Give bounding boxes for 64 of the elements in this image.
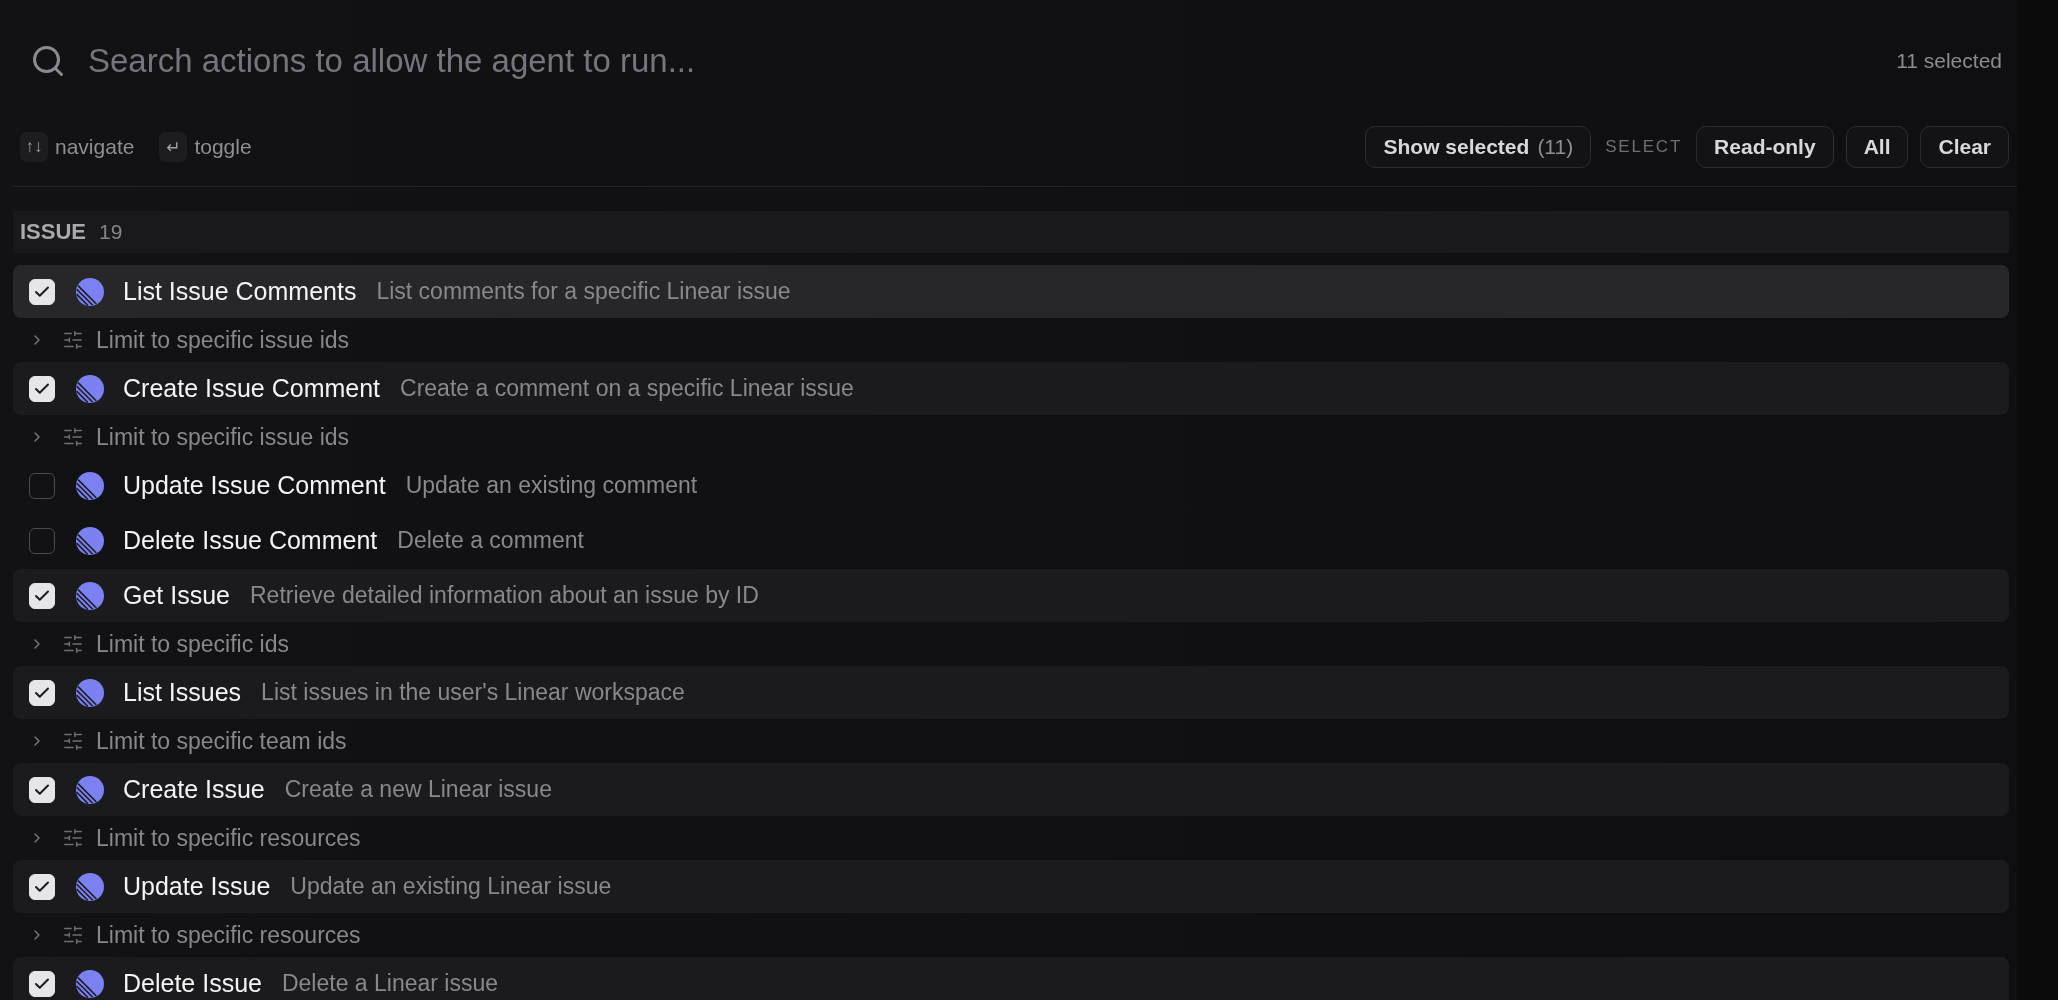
action-description: Create a comment on a specific Linear issue <box>400 375 854 402</box>
select-button[interactable]: Clear <box>1920 126 2009 168</box>
limit-toggle[interactable]: Limit to specific team ids <box>29 725 347 757</box>
action-row[interactable]: Delete Issue Delete a Linear issue <box>13 957 2009 1000</box>
hint-label: navigate <box>55 135 135 159</box>
action-description: List comments for a specific Linear issue <box>376 278 791 305</box>
show-selected-button[interactable]: Show selected (11) <box>1365 126 1592 168</box>
sliders-icon <box>62 633 84 655</box>
action-row[interactable]: Get Issue Retrieve detailed information about an issue by ID <box>13 569 2009 622</box>
action-name: List Issues <box>123 678 242 707</box>
action-name: Create Issue <box>123 775 265 804</box>
action-row[interactable]: Create Issue Comment Create a comment on a specific Linear issue <box>13 362 2009 415</box>
action-row[interactable]: List Issue Comments List comments for a specific Linear issue <box>13 265 2009 318</box>
striped-circle-icon <box>76 969 104 998</box>
action-name: Create Issue Comment <box>123 374 381 403</box>
action-description: Update an existing Linear issue <box>290 873 612 900</box>
striped-circle-icon <box>76 775 104 804</box>
action-name: Delete Issue Comment <box>123 526 378 555</box>
checkbox[interactable] <box>29 527 55 554</box>
action-description: Retrieve detailed information about an issue by ID <box>250 582 759 609</box>
striped-circle-icon <box>76 526 104 555</box>
limit-toggle[interactable]: Limit to specific resources <box>29 919 361 951</box>
action-row[interactable]: Delete Issue Comment Delete a comment <box>13 514 2009 567</box>
action-name: Delete Issue <box>123 969 262 998</box>
striped-circle-icon <box>76 277 104 306</box>
group-title: ISSUE <box>20 219 87 245</box>
action-description: Create a new Linear issue <box>284 776 552 803</box>
select-button[interactable]: All <box>1845 126 1909 168</box>
action-description: Update an existing comment <box>405 472 698 499</box>
keyboard-key: ↑↓ <box>20 132 48 162</box>
sliders-icon <box>62 329 84 351</box>
sliders-icon <box>62 426 84 448</box>
striped-circle-icon <box>76 581 104 610</box>
action-description: Delete a comment <box>397 527 584 554</box>
search-field[interactable]: Search actions to allow the agent to run... <box>88 37 1897 85</box>
limit-toggle[interactable]: Limit to specific issue ids <box>29 421 350 453</box>
action-row[interactable]: List Issues List issues in the user's Linear workspace <box>13 666 2009 719</box>
sliders-icon <box>62 827 84 849</box>
sliders-icon <box>62 924 84 946</box>
action-row[interactable]: Update Issue Update an existing Linear issue <box>13 860 2009 913</box>
select-label: SELECT <box>1605 137 1683 157</box>
sliders-icon <box>62 730 84 752</box>
limit-toggle[interactable]: Limit to specific ids <box>29 628 289 660</box>
group-count: 19 <box>99 220 123 244</box>
action-description: List issues in the user's Linear workspace <box>261 679 685 706</box>
selected-count: 11 selected <box>1896 49 2002 73</box>
action-description: Delete a Linear issue <box>281 970 499 997</box>
striped-circle-icon <box>76 678 104 707</box>
action-name: Update Issue <box>123 872 271 901</box>
action-name: Update Issue Comment <box>123 471 386 500</box>
limit-toggle[interactable]: Limit to specific issue ids <box>29 324 350 356</box>
action-name: List Issue Comments <box>123 277 357 306</box>
action-name: Get Issue <box>123 581 230 610</box>
checkbox[interactable] <box>29 472 55 499</box>
search-icon <box>30 43 66 79</box>
action-row[interactable]: Update Issue Comment Update an existing comment <box>13 459 2009 512</box>
action-row[interactable]: Create Issue Create a new Linear issue <box>13 763 2009 816</box>
striped-circle-icon <box>76 471 104 500</box>
striped-circle-icon <box>76 374 104 403</box>
striped-circle-icon <box>76 872 104 901</box>
select-button[interactable]: Read-only <box>1696 126 1834 168</box>
limit-toggle[interactable]: Limit to specific resources <box>29 822 361 854</box>
hint-label: toggle <box>194 135 252 159</box>
keyboard-key: ↵ <box>159 132 188 162</box>
